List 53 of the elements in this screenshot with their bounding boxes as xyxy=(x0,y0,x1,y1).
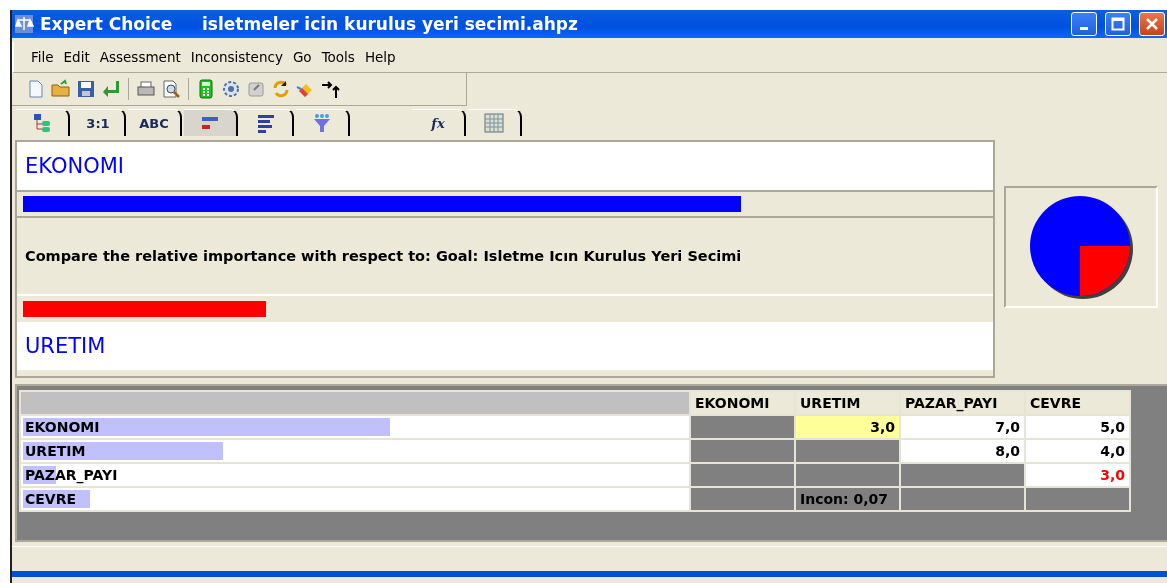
column-header: URETIM xyxy=(795,391,900,415)
maximize-icon xyxy=(1111,17,1125,31)
element-name: URETIM xyxy=(17,322,993,370)
tab[interactable]: ABC xyxy=(128,109,182,136)
column-header: PAZAR_PAYI xyxy=(900,391,1025,415)
save-icon[interactable] xyxy=(76,79,96,99)
minimize-button[interactable] xyxy=(1071,12,1097,36)
app-icon xyxy=(14,14,34,34)
maximize-button[interactable] xyxy=(1105,12,1131,36)
tree-icon xyxy=(32,113,52,133)
tab[interactable] xyxy=(468,109,522,136)
tab[interactable] xyxy=(184,109,238,136)
judgment-cell[interactable]: 4,0 xyxy=(1025,439,1130,463)
window-title: Expert Choice isletmeler icin kurulus yeri secimi.ahpz xyxy=(40,14,579,34)
tab[interactable]: fx xyxy=(412,109,466,136)
arrows-icon[interactable] xyxy=(321,79,341,99)
close-icon xyxy=(1145,17,1159,31)
menu-item[interactable]: Go xyxy=(289,47,315,67)
menu-item[interactable]: Assessment xyxy=(96,47,184,67)
folder-icon[interactable] xyxy=(51,79,71,99)
arrow-icon[interactable] xyxy=(101,79,121,99)
row-label: URETIM xyxy=(25,443,86,459)
judgment-cell[interactable]: 5,0 xyxy=(1025,415,1130,439)
row-label: PAZAR_PAYI xyxy=(25,467,118,483)
print-preview-icon[interactable] xyxy=(161,79,181,99)
close-button[interactable] xyxy=(1139,12,1165,36)
tab[interactable] xyxy=(240,109,294,136)
refresh-icon[interactable] xyxy=(271,79,291,99)
tab[interactable] xyxy=(16,109,70,136)
column-header: CEVRE xyxy=(1025,391,1130,415)
row-label: CEVRE xyxy=(25,491,77,507)
calculator-icon[interactable] xyxy=(196,79,216,99)
bars-icon xyxy=(256,113,276,133)
tab[interactable]: 3:1 xyxy=(72,109,126,136)
question-text: Compare the relative importance with respect to: Goal: Isletme Icın Kurulus Yeri Secimi xyxy=(17,218,993,296)
grid-icon xyxy=(484,113,504,133)
menu-item[interactable]: Inconsistency xyxy=(187,47,286,67)
menu-item[interactable]: Tools xyxy=(318,47,358,67)
menu-item[interactable]: Edit xyxy=(60,47,93,67)
judgment-cell[interactable]: 8,0 xyxy=(900,439,1025,463)
row-label: EKONOMI xyxy=(25,419,100,435)
print-icon[interactable] xyxy=(136,79,156,99)
judgment-cell[interactable]: 7,0 xyxy=(900,415,1025,439)
menu-item[interactable]: File xyxy=(28,47,57,67)
tab[interactable] xyxy=(296,109,350,136)
minimize-icon xyxy=(1080,26,1088,30)
column-header: EKONOMI xyxy=(690,391,795,415)
judgment-cell[interactable]: 3,0 xyxy=(1025,463,1130,487)
judgment-cell[interactable]: 3,0 xyxy=(795,415,900,439)
element-name: EKONOMI xyxy=(17,142,993,192)
inconsistency-text: Incon: 0,07 xyxy=(795,487,900,511)
funnel-icon xyxy=(312,113,332,133)
menu-item[interactable]: Help xyxy=(361,47,399,67)
